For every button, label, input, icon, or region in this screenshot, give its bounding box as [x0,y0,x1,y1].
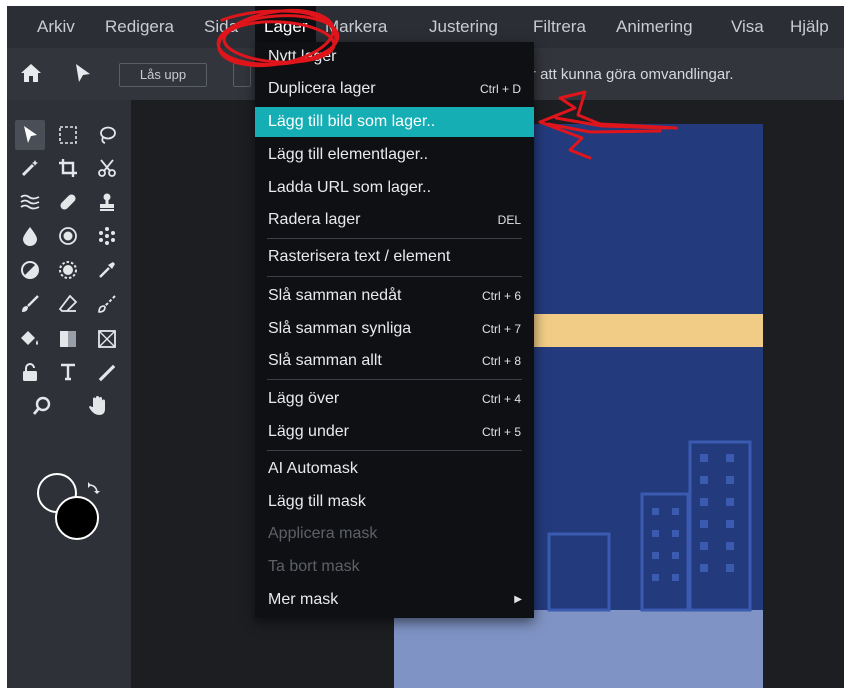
menu-item-lagg-till-elementlager[interactable]: Lägg till elementlager.. [255,140,534,170]
menu-item-shortcut: Ctrl + 5 [481,425,521,439]
menu-item-label: Slå samman allt [268,352,382,369]
menu-item-label: Duplicera lager [268,80,376,97]
clone-stamp-icon[interactable] [92,187,122,217]
pattern-brush-icon[interactable] [92,289,122,319]
menu-hjalp[interactable]: Hjälp [790,6,829,48]
menu-item-shortcut: Ctrl + D [479,82,521,96]
menu-visa[interactable]: Visa [731,6,764,48]
dots-cluster-icon[interactable] [92,221,122,251]
menu-item-sla-samman-allt[interactable]: Slå samman allt Ctrl + 8 [255,346,534,376]
paint-bucket-icon[interactable] [15,324,45,354]
menu-item-lagg-over[interactable]: Lägg över Ctrl + 4 [255,384,534,414]
transform-button[interactable] [233,63,251,87]
menu-item-label: AI Automask [268,460,358,477]
lager-dropdown-menu: Nytt lager Duplicera lager Ctrl + D Lägg… [255,42,534,618]
menu-arkiv[interactable]: Arkiv [37,6,75,48]
lock-icon[interactable] [15,357,45,387]
menu-item-rasterisera[interactable]: Rasterisera text / element [255,242,534,272]
menu-item-lagg-till-mask[interactable]: Lägg till mask [255,487,534,517]
text-tool-icon[interactable] [53,357,83,387]
blur-drop-icon[interactable] [15,221,45,251]
menu-item-mer-mask[interactable]: Mer mask ▶ [255,585,534,615]
shape-frame-icon[interactable] [92,324,122,354]
menu-item-label: Ta bort mask [268,558,360,575]
menu-item-label: Slå samman nedåt [268,287,402,304]
menu-item-duplicera-lager[interactable]: Duplicera lager Ctrl + D [255,74,534,104]
menu-filtrera[interactable]: Filtrera [533,6,586,48]
menu-item-lagg-under[interactable]: Lägg under Ctrl + 5 [255,417,534,447]
scissors-icon[interactable] [92,153,122,183]
select-arrow-icon[interactable] [15,120,45,150]
menu-item-lagg-till-bild-som-lager[interactable]: Lägg till bild som lager.. [255,107,534,137]
menu-item-ai-automask[interactable]: AI Automask [255,454,534,484]
menu-redigera[interactable]: Redigera [105,6,174,48]
pen-icon[interactable] [92,357,122,387]
menu-sida[interactable]: Sida [204,6,238,48]
menu-item-nytt-lager[interactable]: Nytt lager [255,42,534,72]
menu-item-radera-lager[interactable]: Radera lager DEL [255,205,534,235]
color-picker-icon[interactable] [92,255,122,285]
menu-item-ta-bort-mask: Ta bort mask [255,552,534,582]
sharpen-gear-icon[interactable] [53,255,83,285]
photo-editor-app: Arkiv Redigera Sida Lager Markera Juster… [7,6,844,688]
menu-separator [267,379,522,380]
menu-item-label: Ladda URL som lager.. [268,179,432,196]
lasso-icon[interactable] [92,120,122,150]
submenu-arrow-icon: ▶ [514,594,522,605]
swap-colors-icon[interactable] [86,480,102,501]
menu-item-shortcut: Ctrl + 8 [481,354,521,368]
eraser-icon[interactable] [53,289,83,319]
liquify-icon[interactable] [15,187,45,217]
menu-item-sla-samman-nedat[interactable]: Slå samman nedåt Ctrl + 6 [255,281,534,311]
menu-separator [267,276,522,277]
menu-item-label: Lägg under [268,423,349,440]
menu-item-shortcut: Ctrl + 7 [481,322,521,336]
toolbox [7,100,131,688]
gradient-icon[interactable] [53,324,83,354]
crop-icon[interactable] [53,153,83,183]
marquee-select-icon[interactable] [53,120,83,150]
menu-item-ladda-url-som-lager[interactable]: Ladda URL som lager.. [255,173,534,203]
sponge-icon[interactable] [53,221,83,251]
home-icon[interactable] [19,62,43,89]
menu-item-label: Nytt lager [268,48,337,65]
menu-separator [267,450,522,451]
brush-icon[interactable] [15,289,45,319]
menu-item-shortcut: Ctrl + 4 [481,392,521,406]
menu-item-applicera-mask: Applicera mask [255,519,534,549]
dodge-burn-icon[interactable] [15,255,45,285]
menu-animering[interactable]: Animering [616,6,693,48]
menu-item-label: Mer mask [268,591,339,608]
healing-bandage-icon[interactable] [53,187,83,217]
menu-item-label: Applicera mask [268,525,378,542]
move-tool-icon[interactable] [73,62,93,89]
menu-item-label: Lägg till elementlager.. [268,146,429,163]
menu-separator [267,238,522,239]
menu-item-label: Radera lager [268,211,361,228]
unlock-button[interactable]: Lås upp [119,63,207,87]
zoom-icon[interactable] [27,391,57,421]
secondary-color-swatch[interactable] [55,496,99,540]
hand-icon[interactable] [83,391,113,421]
menu-item-label: Lägg över [268,390,340,407]
menu-item-label: Lägg till bild som lager.. [268,113,436,130]
magic-wand-icon[interactable] [15,153,45,183]
menu-item-sla-samman-synliga[interactable]: Slå samman synliga Ctrl + 7 [255,314,534,344]
menu-item-shortcut: DEL [497,213,521,227]
menu-item-shortcut: Ctrl + 6 [481,289,521,303]
menu-item-label: Rasterisera text / element [268,248,451,265]
menu-item-label: Slå samman synliga [268,320,412,337]
menu-item-label: Lägg till mask [268,493,366,510]
